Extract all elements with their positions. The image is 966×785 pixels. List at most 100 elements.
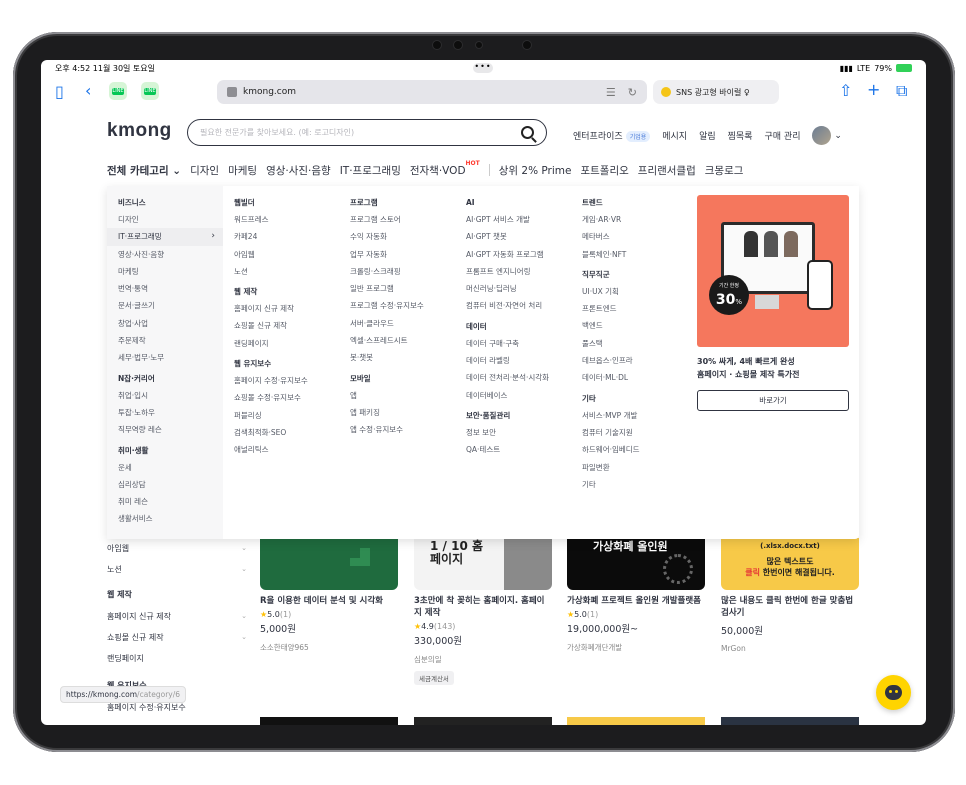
- menu-item[interactable]: 취미 레슨: [118, 493, 223, 510]
- gig-card[interactable]: 1 / 10 홈페이지 3초만에 착 꽂히는 홈페이지. 홈페이지 제작 ★4.…: [414, 538, 552, 685]
- menu-item[interactable]: 업무 자동화: [350, 246, 460, 263]
- menu-item[interactable]: 일반 프로그램: [350, 280, 460, 297]
- menu-item[interactable]: 랜딩페이지: [234, 335, 344, 352]
- menu-item[interactable]: 서버·클라우드: [350, 315, 460, 332]
- new-tab-icon[interactable]: +: [867, 82, 880, 98]
- gig-card[interactable]: 가상화폐 올인원 가상화폐 프로젝트 올인원 개발플랫폼 ★5.0(1) 19,…: [567, 538, 705, 653]
- menu-item[interactable]: 마케팅: [118, 263, 223, 280]
- sidebar-item[interactable]: 노션 ⌄: [107, 559, 247, 580]
- menu-item[interactable]: 홈페이지 신규 제작: [234, 300, 344, 317]
- cat-ebook[interactable]: 전자책·VODHOT: [410, 160, 480, 178]
- menu-item[interactable]: 프로그램 수정·유지보수: [350, 297, 460, 314]
- menu-item[interactable]: AI·GPT 자동화 프로그램: [466, 246, 576, 263]
- sidebar-toggle-icon[interactable]: ▯: [55, 84, 64, 100]
- menu-item[interactable]: 문서·글쓰기: [118, 297, 223, 314]
- menu-item[interactable]: 블록체인·NFT: [582, 246, 692, 263]
- messages-link[interactable]: 메시지: [662, 129, 687, 142]
- menu-item[interactable]: 쇼핑몰 수정·유지보수: [234, 389, 344, 406]
- menu-item[interactable]: 데이터베이스: [466, 387, 576, 404]
- menu-item[interactable]: 프롬프트 엔지니어링: [466, 263, 576, 280]
- menu-item[interactable]: 앱: [350, 387, 460, 404]
- search-icon[interactable]: [521, 126, 534, 139]
- menu-item[interactable]: 영상·사진·음향: [118, 246, 223, 263]
- multitask-dots[interactable]: •••: [473, 63, 493, 73]
- menu-item[interactable]: 데이터 라벨링: [466, 352, 576, 369]
- extension-line-icon[interactable]: LINE: [109, 82, 127, 100]
- all-categories-button[interactable]: 전체 카테고리 ⌄: [107, 163, 181, 178]
- menu-item[interactable]: 프로그램 스토어: [350, 211, 460, 228]
- cat-portfolio[interactable]: 포트폴리오: [580, 163, 628, 178]
- back-icon[interactable]: ‹: [85, 83, 91, 99]
- menu-item[interactable]: 컴퓨터 기술지원: [582, 424, 692, 441]
- menu-item[interactable]: 앱 수정·유지보수: [350, 421, 460, 438]
- menu-item[interactable]: 직무역량 레슨: [118, 421, 223, 438]
- promo-cta-button[interactable]: 바로가기: [697, 390, 849, 411]
- address-bar[interactable]: kmong.com ☰ ↻: [217, 80, 647, 104]
- menu-item[interactable]: 데이터 구매·구축: [466, 335, 576, 352]
- extension-line-icon[interactable]: LINE: [141, 82, 159, 100]
- menu-item[interactable]: 세무·법무·노무: [118, 349, 223, 366]
- sidebar-item[interactable]: 쇼핑몰 신규 제작 ⌄: [107, 627, 247, 648]
- menu-item[interactable]: 홈페이지 수정·유지보수: [234, 372, 344, 389]
- menu-item[interactable]: 크롤링·스크래핑: [350, 263, 460, 280]
- search-input[interactable]: 필요한 전문가를 찾아보세요. (예: 로고디자인): [187, 119, 547, 146]
- menu-item[interactable]: 디자인: [118, 211, 223, 228]
- menu-item[interactable]: 앱 패키징: [350, 404, 460, 421]
- menu-item[interactable]: 엑셀·스프레드시트: [350, 332, 460, 349]
- menu-item[interactable]: 주문제작: [118, 332, 223, 349]
- menu-item[interactable]: 쇼핑몰 신규 제작: [234, 317, 344, 334]
- menu-item[interactable]: 투잡·노하우: [118, 404, 223, 421]
- cat-kmonglog[interactable]: 크몽로그: [705, 163, 744, 178]
- cat-video[interactable]: 영상·사진·음향: [266, 163, 331, 178]
- menu-item[interactable]: 파일변환: [582, 459, 692, 476]
- menu-item[interactable]: 봇·챗봇: [350, 349, 460, 366]
- menu-item[interactable]: AI·GPT 서비스 개발: [466, 211, 576, 228]
- share-icon[interactable]: ⇧: [839, 83, 852, 99]
- enterprise-link[interactable]: 엔터프라이즈 기업용: [573, 129, 651, 142]
- menu-item[interactable]: 생활서비스: [118, 510, 223, 527]
- chat-support-button[interactable]: [876, 675, 911, 710]
- menu-item[interactable]: 프론트엔드: [582, 300, 692, 317]
- menu-item[interactable]: 기타: [582, 476, 692, 493]
- menu-item[interactable]: 수익 자동화: [350, 228, 460, 245]
- menu-item[interactable]: 풀스택: [582, 335, 692, 352]
- alerts-link[interactable]: 알림: [699, 129, 716, 142]
- menu-item[interactable]: 취업·입시: [118, 387, 223, 404]
- cat-it[interactable]: IT·프로그래밍: [340, 163, 401, 178]
- menu-item[interactable]: 백엔드: [582, 317, 692, 334]
- purchases-link[interactable]: 구매 관리: [765, 129, 801, 142]
- menu-item[interactable]: 정보 보안: [466, 424, 576, 441]
- gig-card[interactable]: (.xlsx.docx.txt) 많은 텍스트도 클릭 한번이면 해결됩니다. …: [721, 538, 859, 653]
- reader-icon[interactable]: ☰: [606, 86, 616, 99]
- menu-item[interactable]: 번역·통역: [118, 280, 223, 297]
- menu-item[interactable]: 데브옵스·인프라: [582, 352, 692, 369]
- sidebar-item[interactable]: 랜딩페이지: [107, 648, 247, 669]
- sidebar-item[interactable]: 아임웹 ⌄: [107, 538, 247, 559]
- menu-item[interactable]: QA·테스트: [466, 441, 576, 458]
- menu-item[interactable]: 검색최적화·SEO: [234, 424, 344, 441]
- menu-item[interactable]: 심리상담: [118, 476, 223, 493]
- menu-item[interactable]: 컴퓨터 비전·자연어 처리: [466, 297, 576, 314]
- kmong-logo[interactable]: kmong: [107, 120, 172, 142]
- menu-item[interactable]: 데이터·ML·DL: [582, 369, 692, 386]
- menu-item[interactable]: 하드웨어·임베디드: [582, 441, 692, 458]
- menu-item[interactable]: 아임웹: [234, 246, 344, 263]
- menu-item[interactable]: AI·GPT 챗봇: [466, 228, 576, 245]
- menu-item[interactable]: 노션: [234, 263, 344, 280]
- reload-icon[interactable]: ↻: [628, 86, 637, 99]
- tabs-overview-icon[interactable]: ⧉: [896, 83, 907, 99]
- menu-item[interactable]: 게임·AR·VR: [582, 211, 692, 228]
- cat-prime[interactable]: 상위 2% Prime: [499, 163, 572, 178]
- menu-item[interactable]: 애널리틱스: [234, 441, 344, 458]
- browser-tab[interactable]: SNS 광고형 바이럴 ♀: [653, 80, 779, 104]
- menu-item[interactable]: 머신러닝·딥러닝: [466, 280, 576, 297]
- menu-item[interactable]: UI·UX 기획: [582, 283, 692, 300]
- promo-banner[interactable]: 기간 한정 30% 30% 싸게, 4배 빠르게 완성 홈페이지 · 쇼핑몰 제…: [697, 195, 850, 411]
- profile-menu[interactable]: ⌄: [812, 126, 842, 145]
- menu-item[interactable]: IT·프로그래밍 ›: [107, 228, 223, 246]
- cat-design[interactable]: 디자인: [190, 163, 219, 178]
- menu-item[interactable]: 데이터 전처리·분석·시각화: [466, 369, 576, 386]
- menu-item[interactable]: 서비스·MVP 개발: [582, 407, 692, 424]
- menu-item[interactable]: 퍼블리싱: [234, 407, 344, 424]
- menu-item[interactable]: 운세: [118, 459, 223, 476]
